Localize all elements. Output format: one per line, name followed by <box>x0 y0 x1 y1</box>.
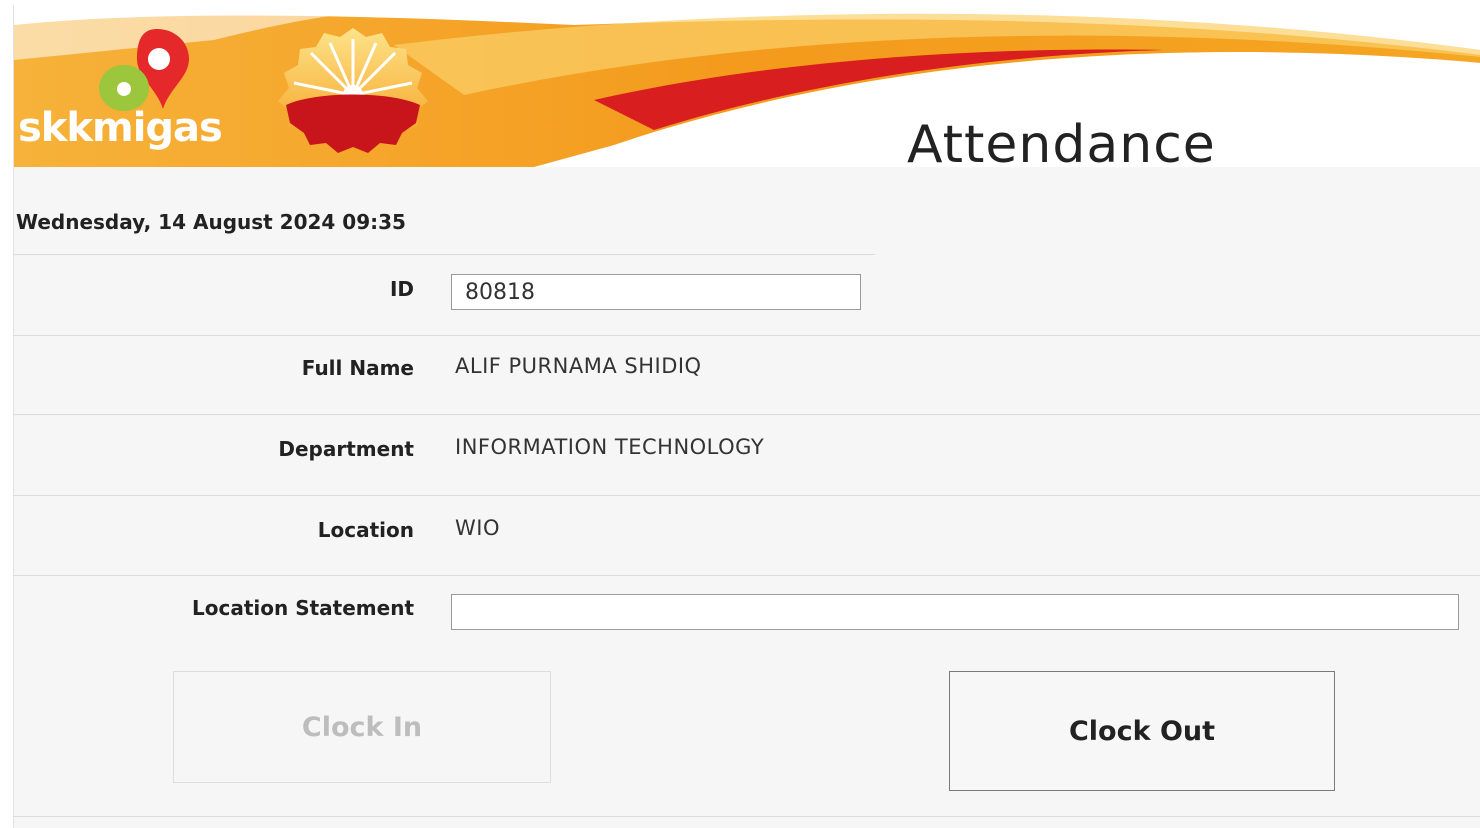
department-label: Department <box>278 437 414 461</box>
current-datetime: Wednesday, 14 August 2024 09:35 <box>16 210 406 234</box>
attendance-page: skkmigas Attendance Wednesday, 14 August… <box>13 5 1480 828</box>
divider <box>14 575 1480 576</box>
id-input[interactable] <box>451 274 861 310</box>
location-value: WIO <box>455 516 500 540</box>
full-name-label: Full Name <box>301 356 414 380</box>
company-sun-logo <box>278 28 428 153</box>
divider <box>14 414 1480 415</box>
divider <box>14 495 1480 496</box>
divider <box>14 335 1480 336</box>
clock-out-label: Clock Out <box>1068 715 1216 747</box>
page-title: Attendance <box>907 115 1216 167</box>
location-label: Location <box>317 518 414 542</box>
full-name-value: ALIF PURNAMA SHIDIQ <box>455 354 702 378</box>
location-statement-input[interactable] <box>451 594 1459 630</box>
department-value: INFORMATION TECHNOLOGY <box>455 435 765 459</box>
clock-out-button[interactable]: Clock Out <box>949 671 1335 791</box>
divider <box>14 816 1480 817</box>
clock-in-label: Clock In <box>301 711 423 743</box>
banner-graphic <box>14 5 1480 167</box>
location-statement-label: Location Statement <box>192 596 414 620</box>
divider <box>14 254 875 255</box>
clock-in-button[interactable]: Clock In <box>173 671 551 783</box>
header-banner: skkmigas Attendance <box>14 5 1480 167</box>
brand-wordmark: skkmigas <box>18 105 223 151</box>
id-label: ID <box>389 277 414 301</box>
